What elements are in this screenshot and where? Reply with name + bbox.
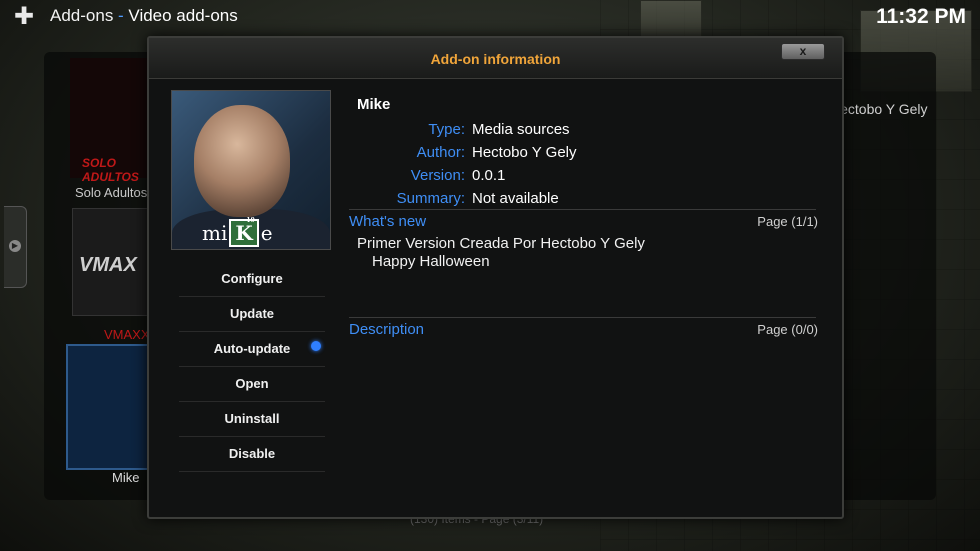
addon-info-dialog: Add-on information x mi K 19 e Configure Up… — [147, 36, 844, 519]
info-value: Hectobo Y Gely — [472, 144, 577, 161]
addon-label-right: Hectobo Y Gely — [830, 101, 928, 117]
clock: 11:32 PM — [876, 5, 966, 28]
poster-element-box: K 19 — [229, 217, 259, 247]
info-value: Not available — [472, 190, 559, 207]
addon-thumbnail-vmaxx[interactable]: VMAX — [72, 208, 154, 316]
auto-update-toggle[interactable]: Auto-update — [179, 332, 325, 367]
info-row-type: Type: Media sources — [357, 121, 807, 141]
addon-name: Mike — [357, 96, 391, 113]
poster-element-letter: K — [235, 221, 253, 245]
info-key: Version: — [410, 167, 465, 184]
close-icon: x — [799, 44, 807, 58]
addon-thumbnail-mike[interactable] — [66, 344, 154, 470]
side-menu-arrow-icon: ▶ — [9, 240, 21, 252]
poster-logo: mi K 19 e — [202, 217, 273, 247]
addon-label: VMAXX — [104, 327, 150, 342]
addon-label: Mike — [112, 470, 140, 485]
side-menu-tab[interactable]: ▶ — [4, 206, 27, 288]
addon-poster: mi K 19 e — [171, 90, 331, 250]
breadcrumb-section[interactable]: Add-ons — [50, 6, 113, 26]
top-bar: ✚ Add-ons - Video add-ons 11:32 PM — [0, 0, 980, 34]
info-key: Type: — [428, 121, 465, 138]
open-button[interactable]: Open — [179, 367, 325, 402]
whats-new-line: Primer Version Creada Por Hectobo Y Gely — [357, 235, 645, 252]
description-label: Description — [349, 321, 425, 338]
breadcrumb-subsection-label: Video add-ons — [128, 6, 238, 25]
action-menu: Configure Update Auto-update Open Uninst… — [179, 262, 325, 472]
addon-thumbnail-solo-adultos[interactable]: SOLO ADULTOS — [70, 58, 150, 184]
poster-text: mi — [202, 221, 228, 245]
disable-button[interactable]: Disable — [179, 437, 325, 472]
dialog-title: Add-on information — [430, 51, 561, 67]
divider — [349, 209, 816, 210]
whats-new-line: Happy Halloween — [372, 253, 490, 270]
info-row-summary: Summary: Not available — [357, 190, 807, 210]
info-row-version: Version: 0.0.1 — [357, 167, 807, 187]
auto-update-indicator-icon[interactable] — [311, 341, 321, 351]
poster-portrait — [194, 105, 290, 217]
breadcrumb-separator: - — [118, 6, 124, 25]
puzzle-piece-icon: ✚ — [14, 3, 35, 30]
addon-label: Solo Adultos — [75, 185, 148, 200]
breadcrumb-subsection[interactable]: - Video add-ons — [118, 6, 238, 26]
close-button[interactable]: x — [781, 43, 825, 60]
thumbnail-text: SOLO ADULTOS — [82, 156, 139, 184]
uninstall-button[interactable]: Uninstall — [179, 402, 325, 437]
info-value: Media sources — [472, 121, 570, 138]
info-row-author: Author: Hectobo Y Gely — [357, 144, 807, 164]
thumbnail-text: VMAX — [79, 254, 137, 276]
info-key: Summary: — [396, 190, 465, 207]
poster-element-number: 19 — [246, 217, 255, 224]
configure-button[interactable]: Configure — [179, 262, 325, 297]
info-value: 0.0.1 — [472, 167, 506, 184]
dialog-header: Add-on information x — [149, 38, 842, 79]
update-button[interactable]: Update — [179, 297, 325, 332]
poster-text: e — [260, 221, 273, 245]
description-page: Page (0/0) — [757, 322, 818, 337]
divider — [349, 317, 816, 318]
whats-new-label: What's new — [349, 213, 427, 230]
info-key: Author: — [416, 144, 465, 161]
whats-new-page: Page (1/1) — [757, 214, 818, 229]
